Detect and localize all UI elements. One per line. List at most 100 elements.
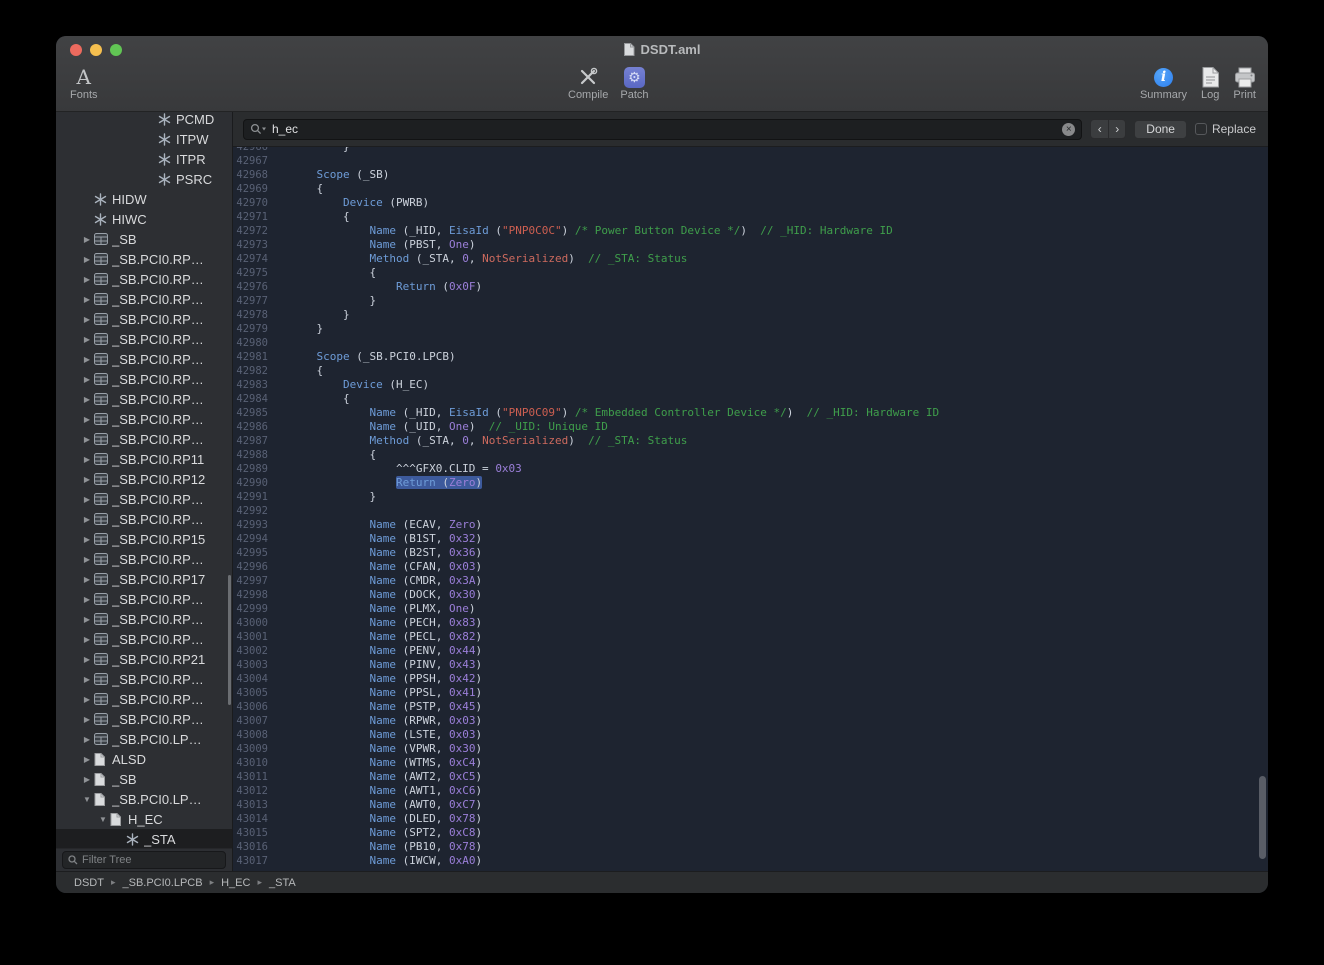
code-line: 42987 Method (_STA, 0, NotSerialized) //… [233, 434, 1268, 448]
find-field[interactable]: × [243, 119, 1082, 140]
disclosure-collapsed-icon[interactable]: ▶ [80, 255, 94, 264]
code-editor[interactable]: 42966 }4296742968 Scope (_SB)42969 {4297… [233, 147, 1268, 871]
tree-item-_sb-pci0-rp15[interactable]: ▶_SB.PCI0.RP15 [56, 529, 232, 549]
disclosure-collapsed-icon[interactable]: ▶ [80, 455, 94, 464]
code-text: Name (PINV, 0x43) [277, 658, 482, 672]
disclosure-collapsed-icon[interactable]: ▶ [80, 535, 94, 544]
tree-item-_sb-pci0-rp-[interactable]: ▶_SB.PCI0.RP… [56, 509, 232, 529]
tree-item-_sb-pci0-rp-[interactable]: ▶_SB.PCI0.RP… [56, 709, 232, 729]
tree-item-_sb-pci0-rp-[interactable]: ▶_SB.PCI0.RP… [56, 409, 232, 429]
tree-item-_sb-pci0-rp12[interactable]: ▶_SB.PCI0.RP12 [56, 469, 232, 489]
done-button[interactable]: Done [1134, 120, 1187, 139]
disclosure-collapsed-icon[interactable]: ▶ [80, 295, 94, 304]
disclosure-collapsed-icon[interactable]: ▶ [80, 735, 94, 744]
disclosure-collapsed-icon[interactable]: ▶ [80, 595, 94, 604]
minimize-window-button[interactable] [90, 44, 102, 56]
disclosure-collapsed-icon[interactable]: ▶ [80, 675, 94, 684]
disclosure-collapsed-icon[interactable]: ▶ [80, 635, 94, 644]
filter-tree-input[interactable] [82, 854, 220, 866]
tree-item-_sta[interactable]: _STA [56, 829, 232, 848]
code-text: Name (AWT1, 0xC6) [277, 784, 482, 798]
code-text: } [277, 308, 350, 322]
sidebar-scrollbar-thumb[interactable] [228, 575, 231, 705]
disclosure-collapsed-icon[interactable]: ▶ [80, 235, 94, 244]
tree-item-h_ec[interactable]: ▼H_EC [56, 809, 232, 829]
patch-button[interactable]: ⚙ Patch [620, 64, 648, 101]
find-next-button[interactable]: › [1108, 120, 1125, 138]
filter-field[interactable] [62, 851, 226, 869]
disclosure-expanded-icon[interactable]: ▼ [96, 815, 110, 824]
tree-item-alsd[interactable]: ▶ALSD [56, 749, 232, 769]
disclosure-collapsed-icon[interactable]: ▶ [80, 275, 94, 284]
disclosure-collapsed-icon[interactable]: ▶ [80, 715, 94, 724]
search-menu-icon[interactable] [250, 123, 267, 135]
disclosure-collapsed-icon[interactable]: ▶ [80, 355, 94, 364]
tree-item-hidw[interactable]: HIDW [56, 189, 232, 209]
disclosure-expanded-icon[interactable]: ▼ [80, 795, 94, 804]
breadcrumb-item[interactable]: DSDT [74, 877, 104, 889]
line-number: 42988 [233, 448, 277, 462]
tree-item-_sb-pci0-rp-[interactable]: ▶_SB.PCI0.RP… [56, 549, 232, 569]
tree-item-_sb-pci0-rp11[interactable]: ▶_SB.PCI0.RP11 [56, 449, 232, 469]
disclosure-collapsed-icon[interactable]: ▶ [80, 395, 94, 404]
tree-item-_sb-pci0-rp-[interactable]: ▶_SB.PCI0.RP… [56, 669, 232, 689]
log-button[interactable]: Log [1201, 64, 1219, 101]
tree-item-_sb-pci0-rp-[interactable]: ▶_SB.PCI0.RP… [56, 609, 232, 629]
disclosure-collapsed-icon[interactable]: ▶ [80, 515, 94, 524]
disclosure-collapsed-icon[interactable]: ▶ [80, 615, 94, 624]
tree-item-hiwc[interactable]: HIWC [56, 209, 232, 229]
disclosure-collapsed-icon[interactable]: ▶ [80, 435, 94, 444]
disclosure-collapsed-icon[interactable]: ▶ [80, 555, 94, 564]
find-input[interactable] [272, 122, 1057, 136]
tree-item-_sb[interactable]: ▶_SB [56, 229, 232, 249]
disclosure-collapsed-icon[interactable]: ▶ [80, 575, 94, 584]
disclosure-collapsed-icon[interactable]: ▶ [80, 315, 94, 324]
disclosure-collapsed-icon[interactable]: ▶ [80, 755, 94, 764]
tree-item-_sb-pci0-rp-[interactable]: ▶_SB.PCI0.RP… [56, 689, 232, 709]
tree-item-_sb-pci0-rp-[interactable]: ▶_SB.PCI0.RP… [56, 489, 232, 509]
compile-button[interactable]: Compile [568, 64, 608, 101]
tree-item-_sb-pci0-rp-[interactable]: ▶_SB.PCI0.RP… [56, 629, 232, 649]
close-window-button[interactable] [70, 44, 82, 56]
tree-item-_sb-pci0-rp-[interactable]: ▶_SB.PCI0.RP… [56, 289, 232, 309]
tree-item-_sb-pci0-rp-[interactable]: ▶_SB.PCI0.RP… [56, 589, 232, 609]
fonts-button[interactable]: A Fonts [70, 64, 98, 101]
breadcrumb-item[interactable]: H_EC [221, 877, 250, 889]
find-previous-button[interactable]: ‹ [1091, 120, 1108, 138]
acpi-tree[interactable]: PCMDITPWITPRPSRCHIDWHIWC▶_SB▶_SB.PCI0.RP… [56, 112, 232, 848]
disclosure-collapsed-icon[interactable]: ▶ [80, 475, 94, 484]
tree-item-_sb[interactable]: ▶_SB [56, 769, 232, 789]
tree-item-_sb-pci0-rp-[interactable]: ▶_SB.PCI0.RP… [56, 429, 232, 449]
tree-item-_sb-pci0-rp17[interactable]: ▶_SB.PCI0.RP17 [56, 569, 232, 589]
tree-item-_sb-pci0-lp-[interactable]: ▼_SB.PCI0.LP… [56, 789, 232, 809]
line-number: 43009 [233, 742, 277, 756]
breadcrumb-item[interactable]: _SB.PCI0.LPCB [122, 877, 202, 889]
tree-item-_sb-pci0-rp-[interactable]: ▶_SB.PCI0.RP… [56, 329, 232, 349]
tree-item-itpw[interactable]: ITPW [56, 129, 232, 149]
tree-item-_sb-pci0-rp-[interactable]: ▶_SB.PCI0.RP… [56, 389, 232, 409]
disclosure-collapsed-icon[interactable]: ▶ [80, 655, 94, 664]
disclosure-collapsed-icon[interactable]: ▶ [80, 335, 94, 344]
disclosure-collapsed-icon[interactable]: ▶ [80, 375, 94, 384]
disclosure-collapsed-icon[interactable]: ▶ [80, 775, 94, 784]
tree-item-_sb-pci0-rp-[interactable]: ▶_SB.PCI0.RP… [56, 269, 232, 289]
tree-item-_sb-pci0-rp-[interactable]: ▶_SB.PCI0.RP… [56, 369, 232, 389]
print-button[interactable]: Print [1233, 64, 1256, 101]
breadcrumb-item[interactable]: _STA [269, 877, 296, 889]
tree-item-_sb-pci0-rp21[interactable]: ▶_SB.PCI0.RP21 [56, 649, 232, 669]
clear-search-icon[interactable]: × [1062, 123, 1075, 136]
summary-button[interactable]: i Summary [1140, 64, 1187, 101]
editor-scrollbar-thumb[interactable] [1259, 776, 1266, 859]
disclosure-collapsed-icon[interactable]: ▶ [80, 415, 94, 424]
tree-item-_sb-pci0-rp-[interactable]: ▶_SB.PCI0.RP… [56, 309, 232, 329]
tree-item-_sb-pci0-rp-[interactable]: ▶_SB.PCI0.RP… [56, 349, 232, 369]
tree-item-psrc[interactable]: PSRC [56, 169, 232, 189]
disclosure-collapsed-icon[interactable]: ▶ [80, 495, 94, 504]
tree-item-_sb-pci0-rp-[interactable]: ▶_SB.PCI0.RP… [56, 249, 232, 269]
tree-item-itpr[interactable]: ITPR [56, 149, 232, 169]
replace-checkbox[interactable] [1195, 123, 1207, 135]
tree-item-pcmd[interactable]: PCMD [56, 112, 232, 129]
zoom-window-button[interactable] [110, 44, 122, 56]
tree-item-_sb-pci0-lp-[interactable]: ▶_SB.PCI0.LP… [56, 729, 232, 749]
disclosure-collapsed-icon[interactable]: ▶ [80, 695, 94, 704]
